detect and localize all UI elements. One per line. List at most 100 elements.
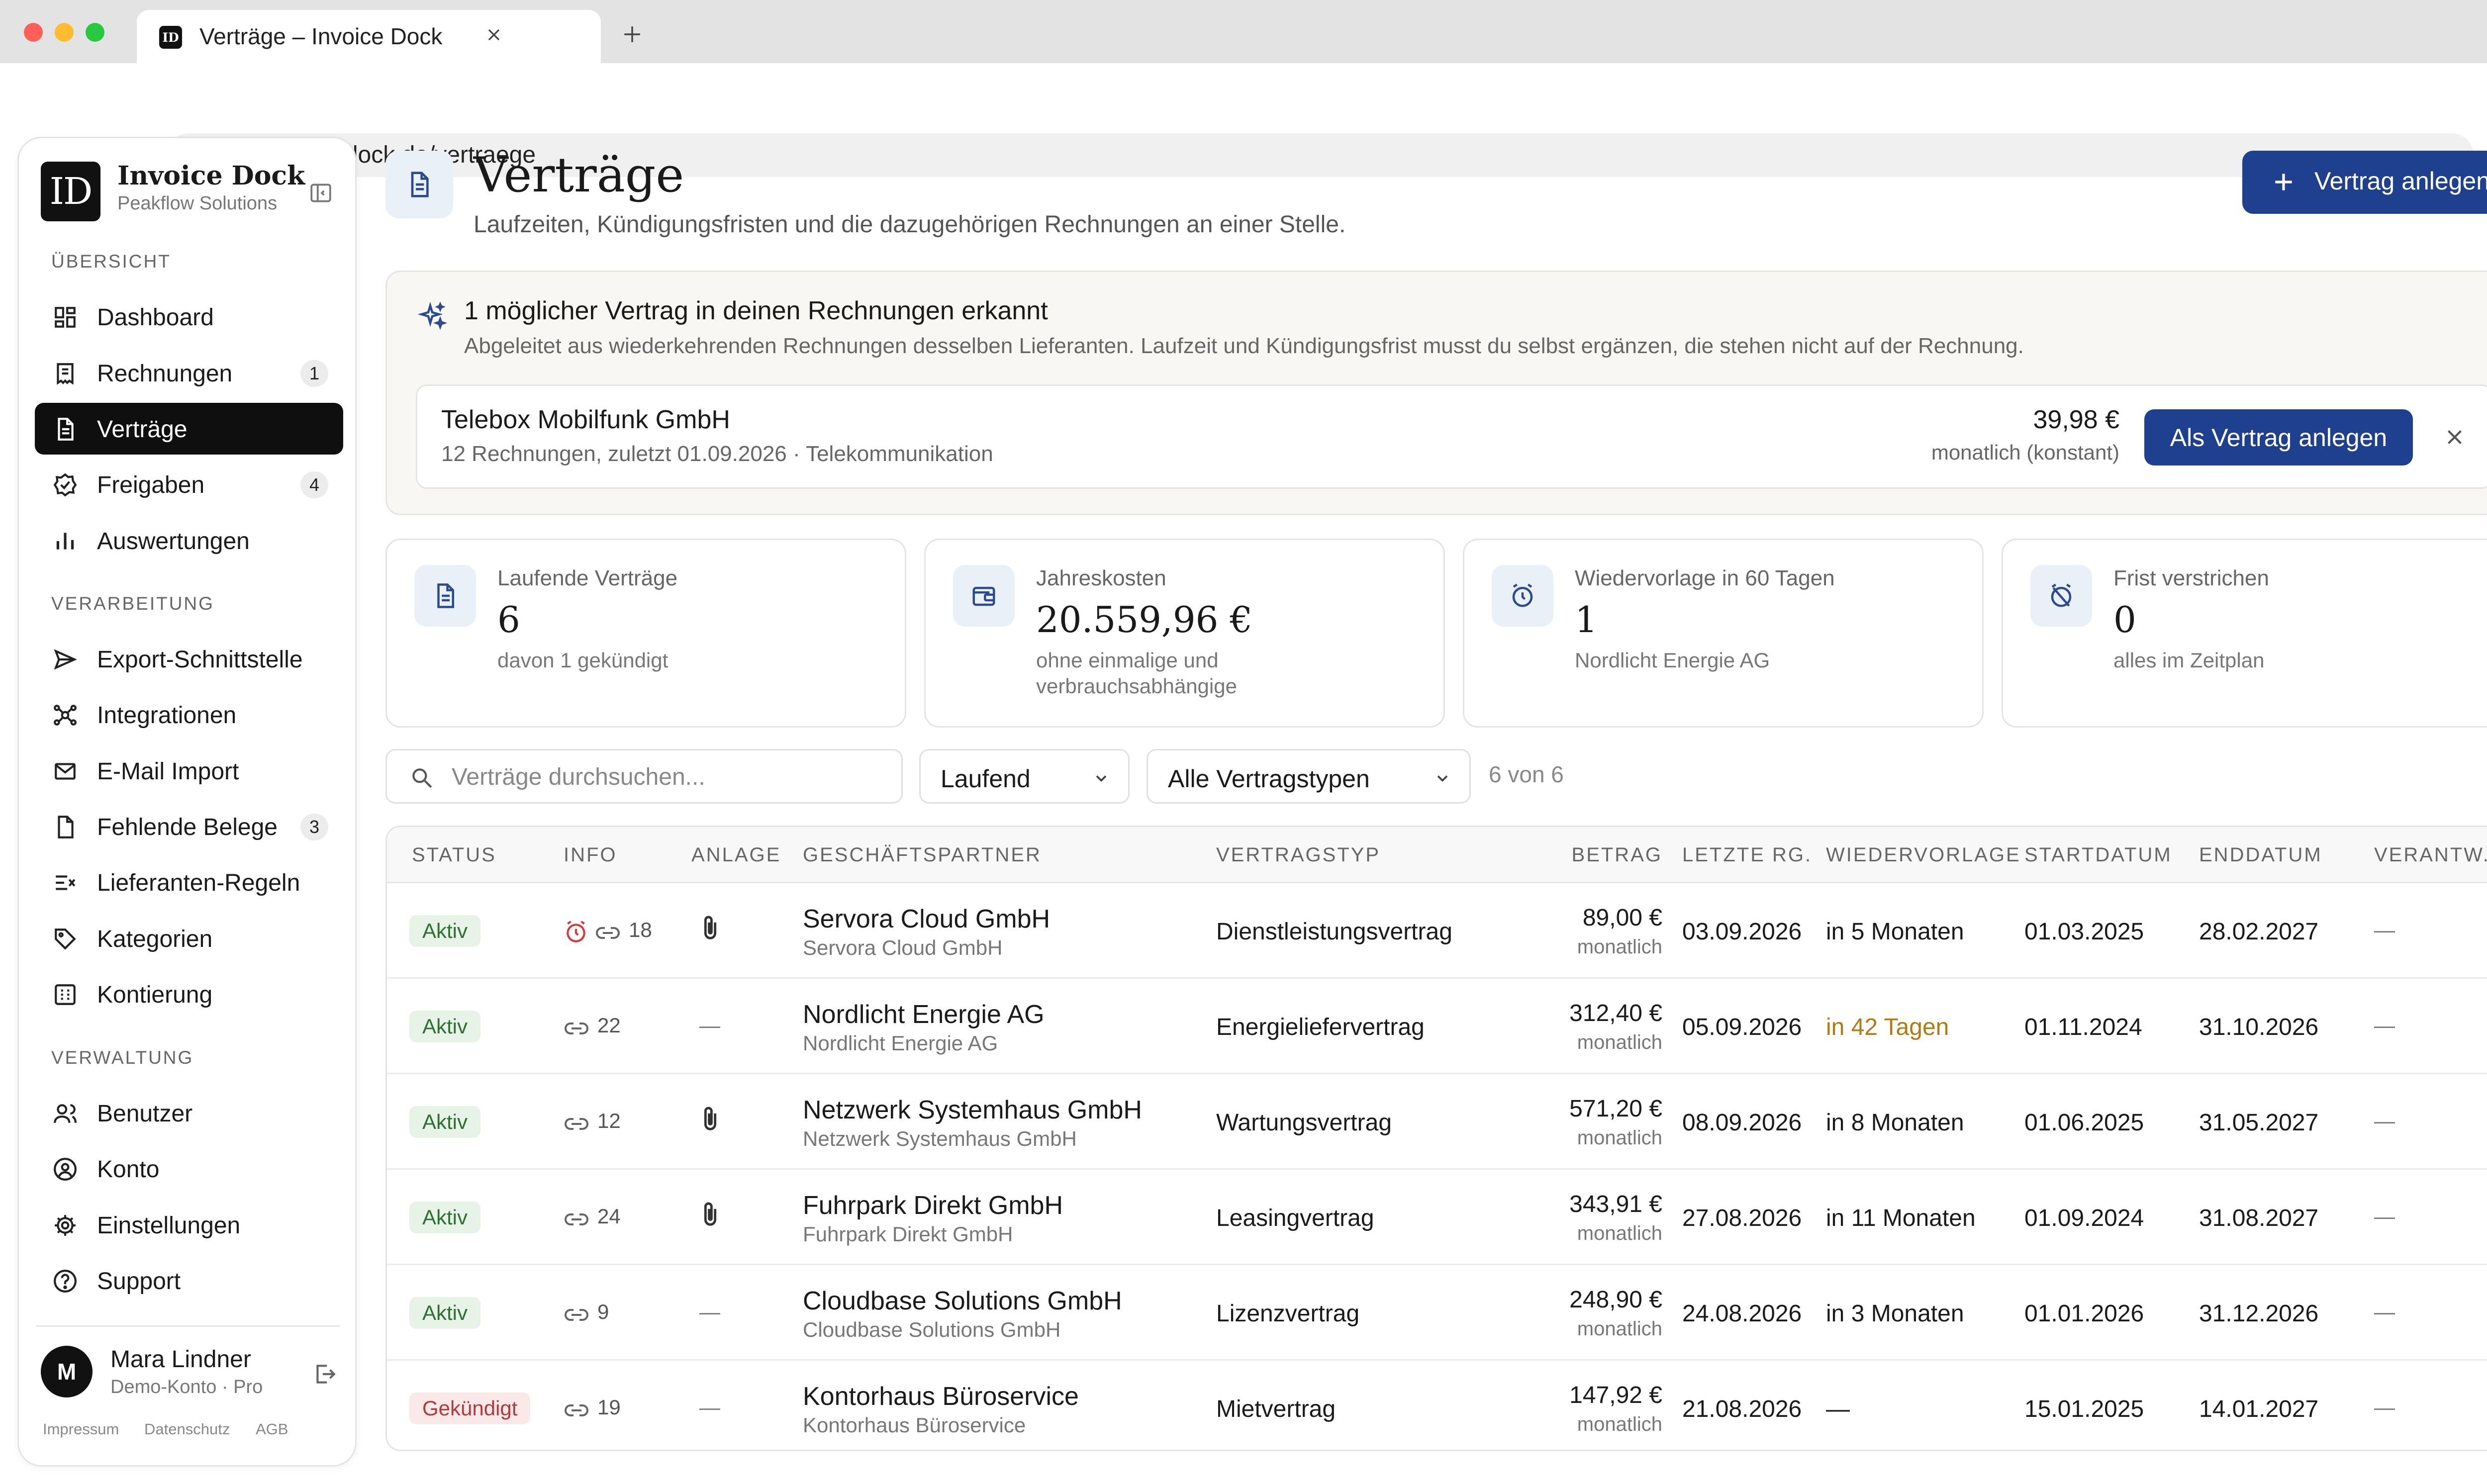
- linked-invoices-icon: [595, 923, 621, 943]
- status-filter-select[interactable]: Laufend: [919, 749, 1130, 804]
- sidebar-item-export-schnittstelle[interactable]: Export-Schnittstelle: [35, 633, 343, 685]
- footer-link-agb[interactable]: AGB: [256, 1420, 288, 1438]
- attachment-icon[interactable]: [699, 1105, 721, 1134]
- avatar[interactable]: M: [41, 1346, 93, 1397]
- sidebar-item-support[interactable]: Support: [35, 1255, 343, 1306]
- integrations-icon: [53, 703, 78, 728]
- last-invoice-date: 03.09.2026: [1682, 919, 1802, 945]
- sidebar-item-email-import[interactable]: E-Mail Import: [35, 745, 343, 797]
- partner-name[interactable]: Nordlicht Energie AG: [803, 1000, 1045, 1029]
- search-input[interactable]: [452, 759, 889, 794]
- linked-invoices-icon: [564, 1400, 589, 1420]
- table-row[interactable]: Gekündigt 19 — Kontorhaus Büroservice Ko…: [387, 1361, 2487, 1450]
- table-row[interactable]: Aktiv 22 — Nordlicht Energie AG Nordlich…: [387, 979, 2487, 1074]
- sidebar-item-label: Integrationen: [97, 702, 237, 729]
- linked-invoices-count: 18: [629, 918, 652, 941]
- column-header-resubmission[interactable]: WIEDERVORLAGE: [1826, 844, 2021, 866]
- dismiss-suggestion-icon[interactable]: [2442, 425, 2467, 450]
- partner-name[interactable]: Kontorhaus Büroservice: [803, 1382, 1079, 1411]
- partner-name[interactable]: Servora Cloud GmbH: [803, 904, 1050, 934]
- sidebar-item-integrationen[interactable]: Integrationen: [35, 689, 343, 741]
- sidebar-item-label: Benutzer: [97, 1101, 193, 1127]
- partner-name[interactable]: Cloudbase Solutions GmbH: [803, 1286, 1122, 1316]
- start-date: 15.01.2025: [2024, 1396, 2144, 1422]
- count-badge: 3: [300, 814, 328, 840]
- partner-name[interactable]: Netzwerk Systemhaus GmbH: [803, 1095, 1142, 1125]
- select-value: Laufend: [941, 765, 1031, 793]
- page-title: Verträge: [474, 147, 684, 203]
- window-minimize-button[interactable]: [55, 23, 74, 42]
- help-icon: [53, 1269, 78, 1294]
- window-zoom-button[interactable]: [86, 23, 104, 42]
- resubmission: in 42 Tagen: [1826, 1014, 1949, 1040]
- start-date: 01.06.2025: [2024, 1110, 2144, 1136]
- table-row[interactable]: Aktiv 9 — Cloudbase Solutions GmbH Cloud…: [387, 1265, 2487, 1361]
- partner-name[interactable]: Fuhrpark Direkt GmbH: [803, 1191, 1063, 1220]
- status-badge: Gekündigt: [409, 1392, 531, 1424]
- column-header-type[interactable]: VERTRAGSTYP: [1216, 844, 1380, 866]
- new-tab-icon[interactable]: [622, 24, 643, 45]
- kpi-value: 6: [497, 599, 520, 641]
- kpi-deadline-passed: Frist verstrichen 0 alles im Zeitplan: [2002, 539, 2487, 728]
- linked-invoices-icon: [564, 1114, 589, 1134]
- org-subtitle: Peakflow Solutions: [117, 193, 278, 214]
- plus-icon: [2271, 170, 2296, 194]
- account-icon: [53, 1157, 78, 1182]
- table-row[interactable]: Aktiv 18 Servora Cloud GmbH Servora Clou…: [387, 883, 2487, 979]
- sidebar-item-freigaben[interactable]: Freigaben 4: [35, 459, 343, 510]
- linked-invoices-icon: [564, 1209, 589, 1229]
- sidebar-item-vertraege[interactable]: Verträge: [35, 403, 343, 455]
- status-badge: Aktiv: [409, 1011, 481, 1042]
- sidebar-item-lieferanten-regeln[interactable]: Lieferanten-Regeln: [35, 856, 343, 908]
- no-attachment: —: [699, 1014, 720, 1037]
- column-header-last-invoice[interactable]: LETZTE RG.: [1682, 844, 1812, 866]
- sidebar-item-einstellungen[interactable]: Einstellungen: [35, 1199, 343, 1251]
- browser-tab[interactable]: ID Verträge – Invoice Dock: [137, 10, 601, 63]
- kpi-note: Nordlicht Energie AG: [1575, 649, 1770, 672]
- logout-icon[interactable]: [312, 1362, 337, 1387]
- start-date: 01.11.2024: [2024, 1014, 2142, 1040]
- responsible: —: [2374, 1014, 2395, 1037]
- tab-close-icon[interactable]: [484, 25, 504, 45]
- table-row[interactable]: Aktiv 12 Netzwerk Systemhaus GmbH Netzwe…: [387, 1074, 2487, 1170]
- status-badge: Aktiv: [409, 1106, 481, 1138]
- sidebar-item-kategorien[interactable]: Kategorien: [35, 913, 343, 964]
- column-header-status[interactable]: STATUS: [412, 844, 496, 866]
- kpi-resubmission: Wiedervorlage in 60 Tagen 1 Nordlicht En…: [1463, 539, 1984, 728]
- collapse-sidebar-icon[interactable]: [308, 181, 333, 205]
- window-close-button[interactable]: [24, 23, 43, 42]
- sidebar-item-label: Fehlende Belege: [97, 814, 278, 840]
- kpi-icon-box: [2030, 565, 2092, 627]
- column-header-partner[interactable]: GESCHÄFTSPARTNER: [803, 844, 1042, 866]
- suggestion-amount: 39,98 €: [2033, 405, 2120, 434]
- suggestion-title: 1 möglicher Vertrag in deinen Rechnungen…: [464, 296, 1048, 325]
- column-header-start-date[interactable]: STARTDATUM: [2024, 844, 2172, 866]
- contract-type: Energieliefervertrag: [1216, 1014, 1425, 1040]
- table-row[interactable]: Aktiv 24 Fuhrpark Direkt GmbH Fuhrpark D…: [387, 1170, 2487, 1265]
- billing-period: monatlich: [1577, 1031, 1662, 1053]
- sidebar-item-benutzer[interactable]: Benutzer: [35, 1087, 343, 1139]
- billing-period: monatlich: [1577, 936, 1662, 958]
- new-contract-button[interactable]: Vertrag anlegen: [2242, 151, 2487, 214]
- sidebar-item-kontierung[interactable]: Kontierung: [35, 968, 343, 1020]
- column-header-end-date[interactable]: ENDDATUM: [2199, 844, 2322, 866]
- contract-type: Leasingvertrag: [1216, 1205, 1374, 1231]
- sidebar-item-fehlende-belege[interactable]: Fehlende Belege 3: [35, 801, 343, 852]
- sidebar-item-rechnungen[interactable]: Rechnungen 1: [35, 347, 343, 399]
- sidebar-item-dashboard[interactable]: Dashboard: [35, 291, 343, 343]
- dashboard-icon: [53, 305, 78, 330]
- create-contract-from-suggestion-button[interactable]: Als Vertrag anlegen: [2144, 409, 2413, 465]
- billing-period: monatlich: [1577, 1318, 1662, 1340]
- footer-link-impressum[interactable]: Impressum: [43, 1420, 119, 1438]
- sidebar-item-auswertungen[interactable]: Auswertungen: [35, 515, 343, 566]
- attachment-icon[interactable]: [699, 1201, 721, 1229]
- approval-icon: [53, 472, 78, 497]
- column-header-amount[interactable]: BETRAG: [1572, 844, 1662, 866]
- sidebar-item-konto[interactable]: Konto: [35, 1143, 343, 1195]
- attachment-icon[interactable]: [699, 914, 721, 943]
- contract-type-filter-select[interactable]: Alle Vertragstypen: [1147, 749, 1471, 804]
- kpi-icon-box: [414, 565, 476, 627]
- kpi-value: 1: [1575, 599, 1598, 641]
- sidebar-section-title: ÜBERSICHT: [51, 251, 171, 272]
- footer-link-datenschutz[interactable]: Datenschutz: [144, 1420, 230, 1438]
